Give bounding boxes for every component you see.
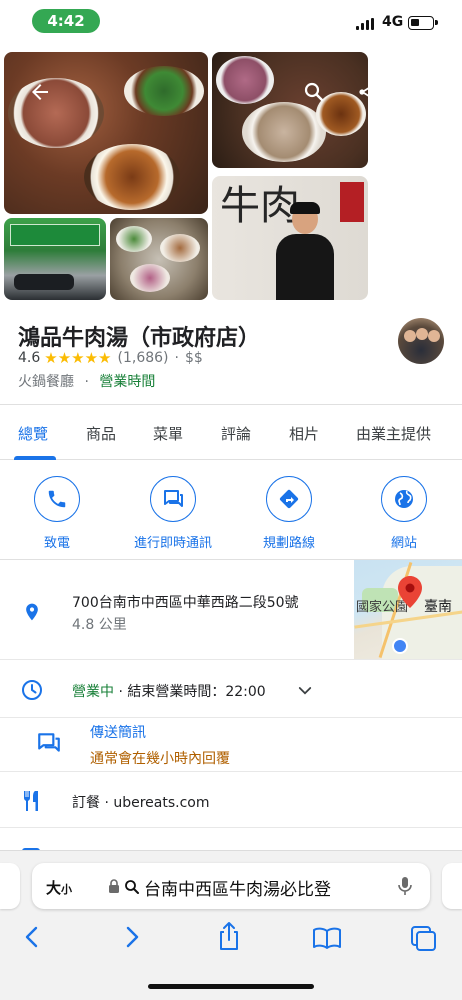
tab-products[interactable]: 商品 <box>86 423 116 444</box>
map-marker-icon <box>398 576 422 608</box>
response-time-note: 通常會在幾小時內回覆 <box>90 751 230 767</box>
photo-dishes[interactable] <box>110 218 208 300</box>
action-buttons: 致電 進行即時通訊 規劃路線 網站 <box>0 460 462 560</box>
call-label: 致電 <box>43 536 70 551</box>
open-status: 營業中 <box>72 684 114 700</box>
battery-icon <box>408 16 438 30</box>
call-button[interactable]: 致電 <box>2 476 112 551</box>
chat-label: 進行即時通訊 <box>133 536 212 551</box>
chevron-down-icon[interactable] <box>296 682 314 700</box>
mini-map[interactable]: 國家公園 臺南 <box>354 560 462 659</box>
photo-soup-bowls[interactable] <box>212 52 368 168</box>
forward-icon[interactable] <box>122 925 142 949</box>
directions-label: 規劃路線 <box>262 536 315 551</box>
tab-bar: 總覽 商品 菜單 評論 相片 由業主提供 <box>0 404 462 460</box>
globe-icon <box>395 490 413 508</box>
next-tab-peek[interactable] <box>442 863 462 909</box>
message-row[interactable]: 傳送簡訊 通常會在幾小時內回覆 <box>0 718 462 772</box>
text-size-button[interactable]: 大小 <box>46 877 72 898</box>
rating-line[interactable]: 4.6 ★★★★★ (1,686) · $$ <box>18 349 203 367</box>
category-line: 火鍋餐廳 · 營業時間 <box>18 371 155 391</box>
chat-button[interactable]: 進行即時通訊 <box>118 476 228 551</box>
prev-tab-peek[interactable] <box>0 863 20 909</box>
location-pin-icon <box>26 603 38 621</box>
status-bar: 4:42 4G <box>0 0 462 46</box>
bookmarks-icon[interactable] <box>312 927 342 949</box>
avatar[interactable] <box>398 318 444 364</box>
address-bar[interactable]: 大小 台南中西區牛肉湯必比登 <box>32 863 430 909</box>
address-text: 700台南市中西區中華西路二段50號 <box>72 595 299 611</box>
rating-stars-icon: ★★★★★ <box>44 349 112 367</box>
share-icon[interactable] <box>216 921 242 951</box>
browser-toolbar: 大小 台南中西區牛肉湯必比登 <box>0 850 462 1000</box>
place-category: 火鍋餐廳 <box>18 374 74 390</box>
microphone-icon[interactable] <box>398 876 412 896</box>
photo-gallery[interactable]: 牛肉 <box>0 46 462 306</box>
place-header: 鴻品牛肉湯（市政府店） 4.6 ★★★★★ (1,686) · $$ 火鍋餐廳 … <box>0 306 462 404</box>
send-message-link[interactable]: 傳送簡訊 <box>90 722 146 742</box>
photo-owner[interactable]: 牛肉 <box>212 176 368 300</box>
share-icon[interactable] <box>356 80 380 104</box>
separator: · <box>174 350 179 366</box>
separator: · <box>84 374 89 390</box>
chat-icon <box>164 490 183 507</box>
search-icon <box>125 880 139 894</box>
directions-icon <box>279 489 299 509</box>
home-indicator[interactable] <box>148 984 314 989</box>
current-location-dot <box>392 638 408 654</box>
hours-row[interactable]: 營業中 · 結束營業時間：22:00 <box>0 660 462 718</box>
tab-photos[interactable]: 相片 <box>289 423 319 444</box>
back-icon[interactable] <box>22 925 42 949</box>
website-button[interactable]: 網站 <box>349 476 459 551</box>
phone-icon <box>48 490 66 508</box>
message-icon <box>38 733 60 752</box>
rating-value: 4.6 <box>18 350 41 366</box>
tabs-icon[interactable] <box>410 925 438 951</box>
network-type: 4G <box>382 14 404 30</box>
back-arrow-icon[interactable] <box>28 80 52 104</box>
photo-storefront[interactable] <box>4 218 106 300</box>
tab-from-owner[interactable]: 由業主提供 <box>356 423 431 444</box>
lock-icon <box>109 879 119 893</box>
map-label-city: 臺南 <box>424 599 452 615</box>
tab-overview[interactable]: 總覽 <box>18 423 48 444</box>
address-row[interactable]: 700台南市中西區中華西路二段50號 4.8 公里 國家公園 臺南 <box>0 560 462 660</box>
photo-beef-soup[interactable] <box>4 52 208 214</box>
distance-text: 4.8 公里 <box>72 617 127 633</box>
hours-text: 營業中 · 結束營業時間：22:00 <box>72 681 266 701</box>
place-title: 鴻品牛肉湯（市政府店） <box>18 326 261 351</box>
closing-time: · 結束營業時間：22:00 <box>118 684 266 700</box>
signal-icon <box>356 18 376 30</box>
status-time[interactable]: 4:42 <box>32 9 100 33</box>
clock-icon <box>22 680 42 700</box>
order-row[interactable]: 訂餐 · ubereats.com <box>0 772 462 828</box>
search-query: 台南中西區牛肉湯必比登 <box>144 880 331 900</box>
hours-link[interactable]: 營業時間 <box>99 374 155 390</box>
website-label: 網站 <box>390 536 417 551</box>
search-icon[interactable] <box>302 80 326 104</box>
tab-reviews[interactable]: 評論 <box>221 423 251 444</box>
fork-knife-icon <box>24 791 38 811</box>
more-options-icon[interactable] <box>410 80 434 104</box>
price-level: $$ <box>184 350 203 366</box>
directions-button[interactable]: 規劃路線 <box>234 476 344 551</box>
tab-menu[interactable]: 菜單 <box>153 423 183 444</box>
order-text: 訂餐 · ubereats.com <box>72 795 210 811</box>
review-count: (1,686) <box>117 350 169 366</box>
